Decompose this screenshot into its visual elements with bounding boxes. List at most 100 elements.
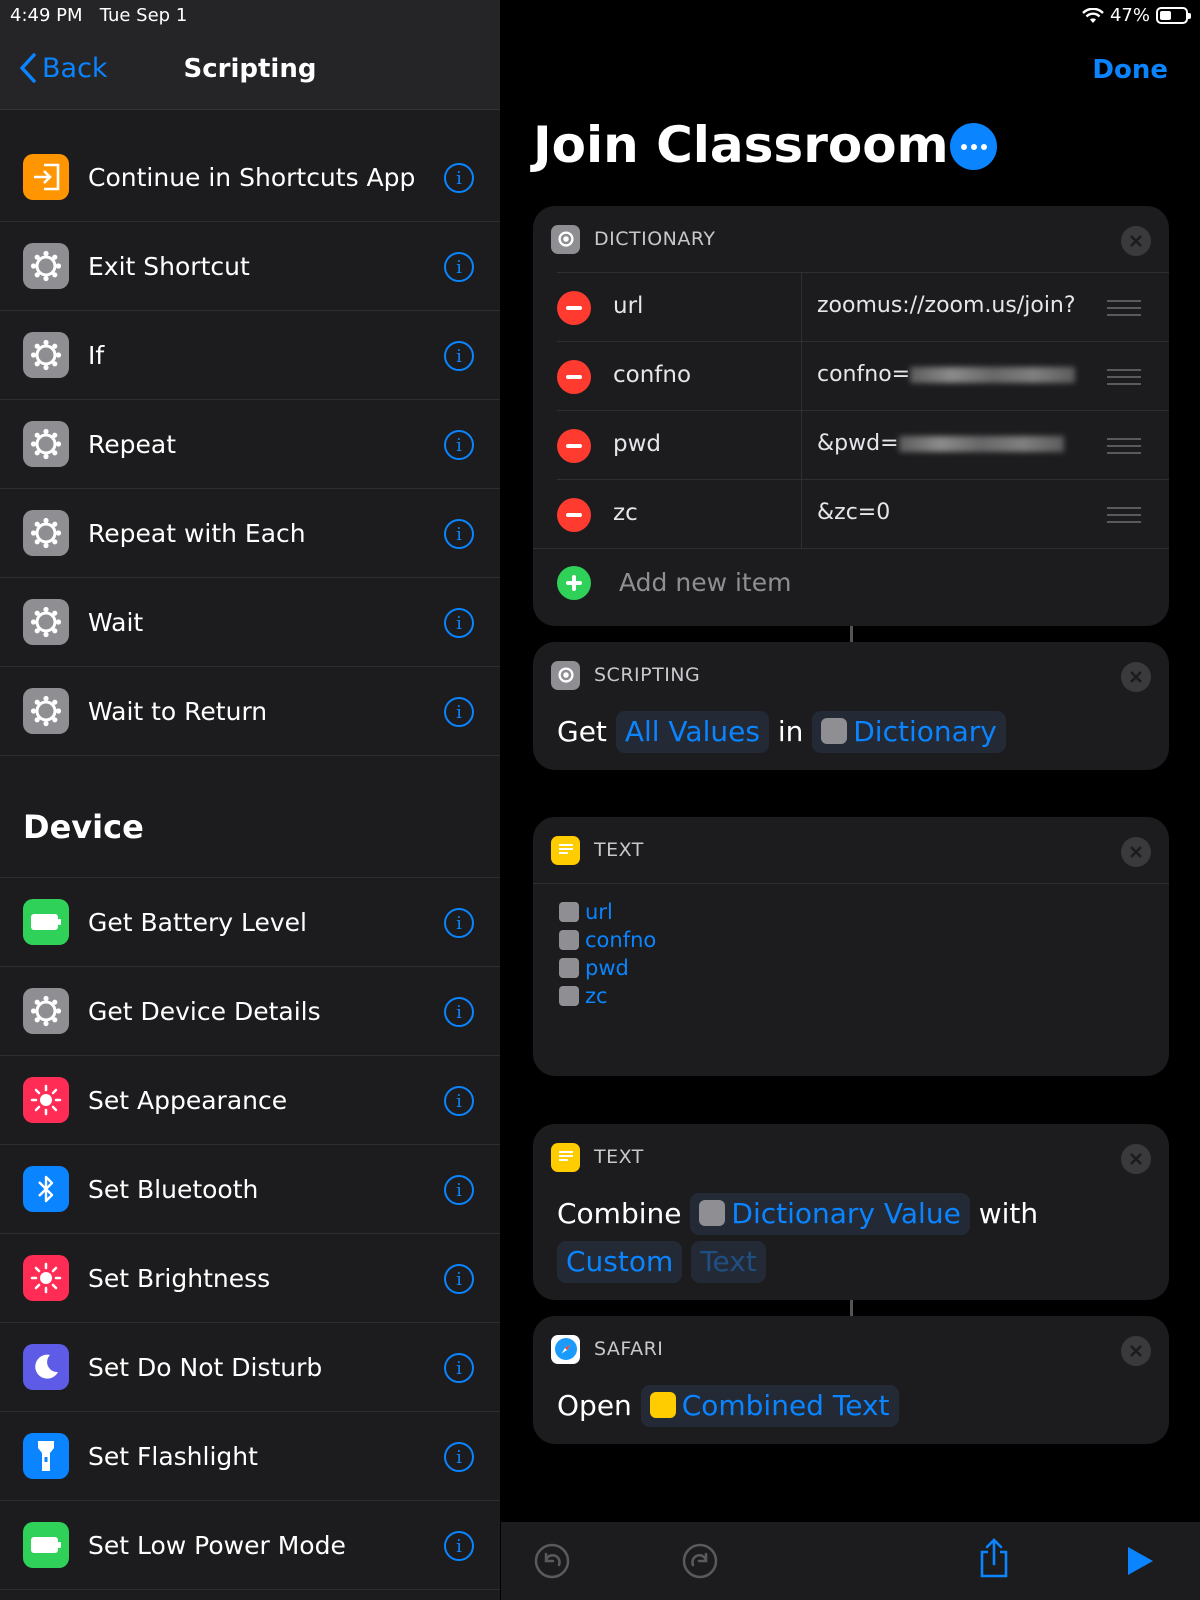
gear-icon [559,958,579,978]
info-icon[interactable]: i [444,341,474,371]
action-row[interactable]: Set Low Power Mode i [0,1501,500,1590]
variable-line[interactable]: confno [559,926,1169,954]
text-field[interactable]: url confno pwd zc [533,883,1169,1069]
gear-icon [559,902,579,922]
delete-item-button[interactable] [557,498,591,532]
variable-line[interactable]: zc [559,982,1169,1010]
action-row-label: Continue in Shortcuts App [88,162,416,192]
dictionary-key-field[interactable]: confno [613,362,691,388]
delete-item-button[interactable] [557,360,591,394]
info-icon[interactable]: i [444,608,474,638]
open-url-card: SAFARI Open Combined Text [533,1316,1169,1444]
text-lines-icon [551,835,580,865]
action-row[interactable]: Set Do Not Disturb i [0,1323,500,1412]
editor-toolbar [501,1522,1200,1600]
info-icon[interactable]: i [444,1264,474,1294]
redacted-value [898,436,1064,452]
battery-icon [23,1522,69,1568]
info-icon[interactable]: i [444,1531,474,1561]
remove-action-button[interactable] [1121,662,1151,692]
variable-line[interactable]: url [559,898,1169,926]
add-item-label[interactable]: Add new item [619,568,791,597]
action-row[interactable]: Repeat with Each i [0,489,500,578]
dictionary-value-token[interactable]: Dictionary Value [690,1193,970,1235]
battery-icon [23,899,69,945]
redo-icon[interactable] [681,1542,719,1580]
gear-icon [23,510,69,556]
close-icon [1130,1345,1142,1357]
info-icon[interactable]: i [444,697,474,727]
remove-action-button[interactable] [1121,1336,1151,1366]
dictionary-variable-token[interactable]: Dictionary [812,711,1006,753]
action-row-label: Set Flashlight [88,1441,258,1471]
action-row-label: Get Device Details [88,996,321,1026]
remove-action-button[interactable] [1121,1144,1151,1174]
info-icon[interactable]: i [444,997,474,1027]
play-icon[interactable] [1120,1542,1158,1580]
action-row-label: Set Bluetooth [88,1174,259,1204]
delete-item-button[interactable] [557,291,591,325]
action-row[interactable]: Set Flashlight i [0,1412,500,1501]
gear-icon [23,688,69,734]
action-row[interactable]: Wait i [0,578,500,667]
gear-icon [699,1200,726,1226]
reorder-handle-icon[interactable] [1107,300,1141,321]
get-type-token[interactable]: All Values [615,711,769,753]
action-row[interactable]: Get Device Details i [0,967,500,1056]
action-row-label: If [88,340,105,370]
action-row[interactable]: Set Appearance i [0,1056,500,1145]
status-bar: 4:49 PM Tue Sep 1 47% [0,0,1200,32]
info-icon[interactable]: i [444,519,474,549]
action-header-label: DICTIONARY [594,228,716,250]
action-row[interactable]: Get Battery Level i [0,878,500,967]
action-row[interactable]: Set Bluetooth i [0,1145,500,1234]
dictionary-value-field[interactable]: zoomus://zoom.us/join? [817,293,1076,318]
done-button[interactable]: Done [1092,55,1168,85]
dictionary-value-field[interactable]: &zc=0 [817,500,890,525]
dictionary-key-field[interactable]: pwd [613,431,661,457]
action-row[interactable]: Set Brightness i [0,1234,500,1323]
more-options-button[interactable] [950,123,997,170]
dictionary-value-field[interactable]: confno= [817,362,1076,387]
action-row-label: Get Battery Level [88,907,307,937]
dictionary-row: zc &zc=0 [557,479,1169,549]
info-icon[interactable]: i [444,252,474,282]
undo-icon[interactable] [533,1542,571,1580]
action-row[interactable]: Exit Shortcut i [0,222,500,311]
shortcut-title[interactable]: Join Classroom [533,116,949,174]
action-row[interactable]: Continue in Shortcuts App i [0,133,500,222]
info-icon[interactable]: i [444,1086,474,1116]
dictionary-key-field[interactable]: zc [613,500,638,526]
separator-token[interactable]: Custom [557,1241,683,1283]
info-icon[interactable]: i [444,1442,474,1472]
action-row[interactable]: Repeat i [0,400,500,489]
remove-action-button[interactable] [1121,837,1151,867]
action-row-label: Repeat with Each [88,518,306,548]
custom-text-placeholder[interactable]: Text [691,1241,766,1283]
reorder-handle-icon[interactable] [1107,369,1141,390]
info-icon[interactable]: i [444,908,474,938]
dictionary-key-field[interactable]: url [613,293,643,319]
info-icon[interactable]: i [444,1175,474,1205]
action-row[interactable]: If i [0,311,500,400]
gear-icon [559,986,579,1006]
delete-item-button[interactable] [557,429,591,463]
dictionary-value-field[interactable]: &pwd= [817,431,1064,456]
close-icon [1130,1153,1142,1165]
info-icon[interactable]: i [444,430,474,460]
remove-action-button[interactable] [1121,226,1151,256]
action-row[interactable]: Wait to Return i [0,667,500,756]
reorder-handle-icon[interactable] [1107,438,1141,459]
action-word: Combine [557,1197,682,1230]
add-item-button[interactable] [557,566,591,600]
action-header-label: SCRIPTING [594,664,701,686]
share-icon[interactable] [977,1537,1011,1579]
action-word: Open [557,1389,632,1422]
combined-text-token[interactable]: Combined Text [640,1385,899,1427]
arrow-in-icon [23,154,69,200]
close-icon [1130,846,1142,858]
info-icon[interactable]: i [444,1353,474,1383]
reorder-handle-icon[interactable] [1107,507,1141,528]
variable-line[interactable]: pwd [559,954,1169,982]
info-icon[interactable]: i [444,163,474,193]
